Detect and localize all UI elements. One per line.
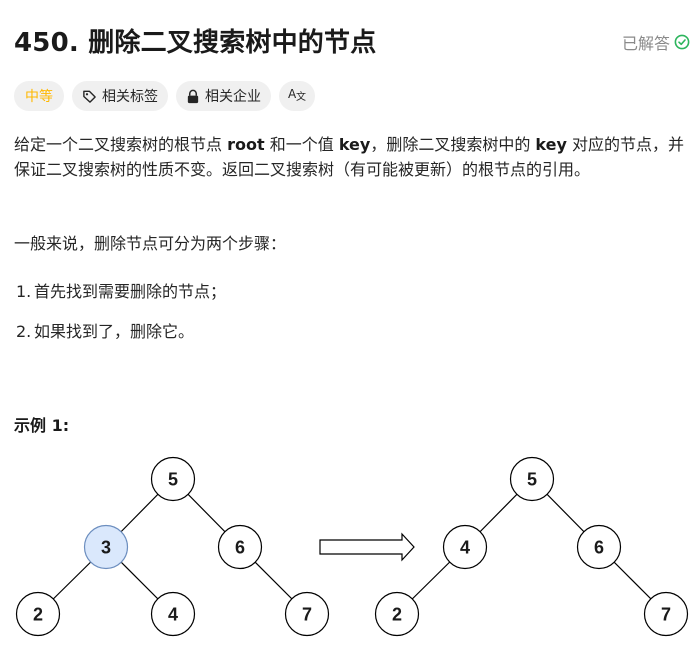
solved-status: 已解答 <box>622 30 690 54</box>
desc-text: 和一个值 <box>264 135 339 154</box>
node-label: 5 <box>168 470 178 490</box>
list-number: 1. <box>16 282 32 301</box>
node-label: 6 <box>594 538 604 558</box>
node-label: 7 <box>661 605 671 625</box>
desc-text: ，删除二叉搜索树中的 <box>370 135 536 154</box>
problem-header: 450. 删除二叉搜索树中的节点 已解答 <box>14 22 690 62</box>
list-item: 2. 如果找到了，删除它。 <box>14 319 226 344</box>
list-item: 1. 首先找到需要删除的节点； <box>14 279 226 304</box>
tag-bar: 中等 相关标签 相关企业 A 文 <box>14 81 315 111</box>
list-text: 如果找到了，删除它。 <box>34 322 195 341</box>
tag-icon <box>82 89 97 104</box>
example-diagram: 5 3 6 2 4 7 5 4 6 2 7 <box>15 456 689 637</box>
list-number: 2. <box>16 322 32 341</box>
topics-tag-button[interactable]: 相关标签 <box>72 81 168 111</box>
node-label: 4 <box>460 538 470 558</box>
translate-icon: A 文 <box>288 86 306 106</box>
solved-label: 已解答 <box>621 34 670 53</box>
companies-tag-label: 相关企业 <box>205 89 261 105</box>
node-label: 7 <box>302 605 312 625</box>
problem-description: 给定一个二叉搜索树的根节点 root 和一个值 key，删除二叉搜索树中的 ke… <box>14 132 686 182</box>
node-label: 2 <box>392 605 402 625</box>
node-label: 2 <box>33 605 43 625</box>
check-circle-icon <box>674 34 690 50</box>
steps-list: 1. 首先找到需要删除的节点； 2. 如果找到了，删除它。 <box>14 279 226 359</box>
steps-intro: 一般来说，删除节点可分为两个步骤： <box>14 234 287 253</box>
topics-tag-label: 相关标签 <box>102 89 158 105</box>
node-label: 6 <box>235 538 245 558</box>
lock-icon <box>186 89 200 104</box>
problem-title: 450. 删除二叉搜索树中的节点 <box>14 28 377 58</box>
code-key: key <box>338 135 371 154</box>
example-title: 示例 1: <box>14 416 70 435</box>
node-label: 4 <box>168 605 178 625</box>
node-label: 3 <box>101 538 111 558</box>
code-root: root <box>227 135 265 154</box>
code-key: key <box>535 135 567 154</box>
node-label: 5 <box>527 470 537 490</box>
svg-text:文: 文 <box>296 90 306 102</box>
translate-button[interactable]: A 文 <box>279 81 315 111</box>
list-text: 首先找到需要删除的节点； <box>34 282 227 301</box>
companies-tag-button[interactable]: 相关企业 <box>176 81 271 111</box>
difficulty-badge[interactable]: 中等 <box>14 81 64 111</box>
desc-text: 给定一个二叉搜索树的根节点 <box>14 135 228 154</box>
transform-arrow-icon <box>319 532 415 562</box>
